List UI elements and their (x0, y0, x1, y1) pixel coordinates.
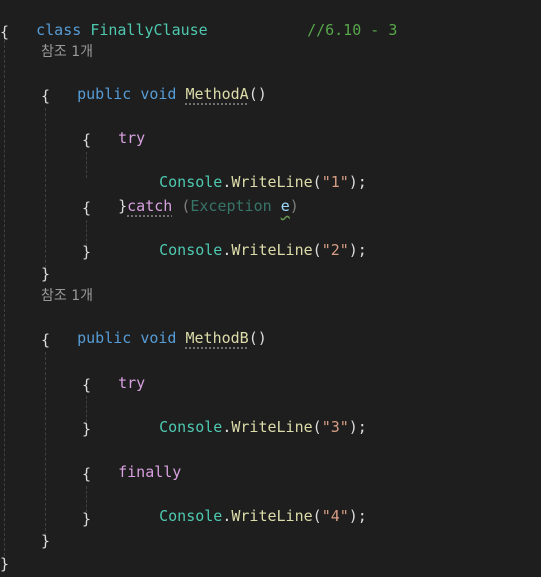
try1-brace-close: } (118, 197, 128, 215)
code-line-class-declaration: class FinallyClause //6.10 - 3 (0, 0, 397, 39)
keyword-void: void (140, 329, 177, 347)
codelens-references-methodB[interactable]: 참조 1개 (41, 286, 93, 306)
keyword-try: try (118, 129, 146, 147)
code-line-methodA-signature: public void MethodA() (41, 64, 267, 103)
code-editor[interactable]: class FinallyClause //6.10 - 3 { 참조 1개 p… (0, 0, 541, 577)
try2-brace-close: } (82, 420, 92, 438)
finally-brace-close: } (82, 510, 92, 528)
indent-guide-level2-methodA (45, 108, 46, 268)
code-line-catch: }catch (Exception e) (118, 197, 299, 215)
console-class: Console (159, 507, 223, 525)
code-line-methodB-signature: public void MethodB() (41, 308, 267, 347)
string-literal-1: "1" (321, 173, 349, 191)
method-parens: () (248, 329, 267, 347)
catch-brace-close: } (82, 243, 92, 261)
code-line-try-1: try (82, 108, 145, 147)
keyword-public: public (77, 329, 132, 347)
class-brace-close: } (0, 555, 10, 573)
method-name-methodB[interactable]: MethodB (186, 329, 249, 347)
keyword-public: public (77, 85, 132, 103)
code-line-writeline-3: Console.WriteLine("3"); (159, 418, 367, 436)
comment: //6.10 - 3 (307, 21, 398, 39)
console-class: Console (159, 418, 223, 436)
finally-brace-open: { (82, 465, 92, 483)
keyword-catch: catch (127, 197, 173, 215)
catch-brace-open: { (82, 199, 92, 217)
methodA-brace-open: { (41, 87, 51, 105)
exception-type: Exception (190, 197, 272, 215)
writeline-method: WriteLine (231, 241, 313, 259)
keyword-class: class (36, 21, 82, 39)
keyword-void: void (140, 85, 177, 103)
try1-brace-open: { (82, 131, 92, 149)
methodA-brace-close: } (41, 265, 51, 283)
method-name-methodA[interactable]: MethodA (186, 85, 249, 103)
code-line-finally: finally (82, 442, 181, 481)
code-line-try-2: try (82, 353, 145, 392)
methodB-brace-open: { (41, 331, 51, 349)
writeline-method: WriteLine (231, 418, 313, 436)
writeline-method: WriteLine (231, 507, 313, 525)
keyword-finally: finally (118, 463, 182, 481)
console-class: Console (159, 241, 223, 259)
code-line-writeline-1: Console.WriteLine("1"); (159, 173, 367, 191)
methodB-brace-close: } (41, 532, 51, 550)
try2-brace-open: { (82, 376, 92, 394)
string-literal-2: "2" (321, 241, 349, 259)
exception-variable[interactable]: e (281, 197, 290, 215)
code-line-writeline-4: Console.WriteLine("4"); (159, 507, 367, 525)
class-brace-open: { (0, 23, 10, 41)
method-parens: () (248, 85, 267, 103)
code-line-writeline-2: Console.WriteLine("2"); (159, 241, 367, 259)
indent-guide-level1 (4, 40, 5, 566)
string-literal-3: "3" (321, 418, 349, 436)
codelens-references-methodA[interactable]: 참조 1개 (41, 42, 93, 62)
indent-guide-level2-methodB (45, 352, 46, 536)
class-name: FinallyClause (90, 21, 208, 39)
string-literal-4: "4" (321, 507, 349, 525)
keyword-try: try (118, 374, 146, 392)
